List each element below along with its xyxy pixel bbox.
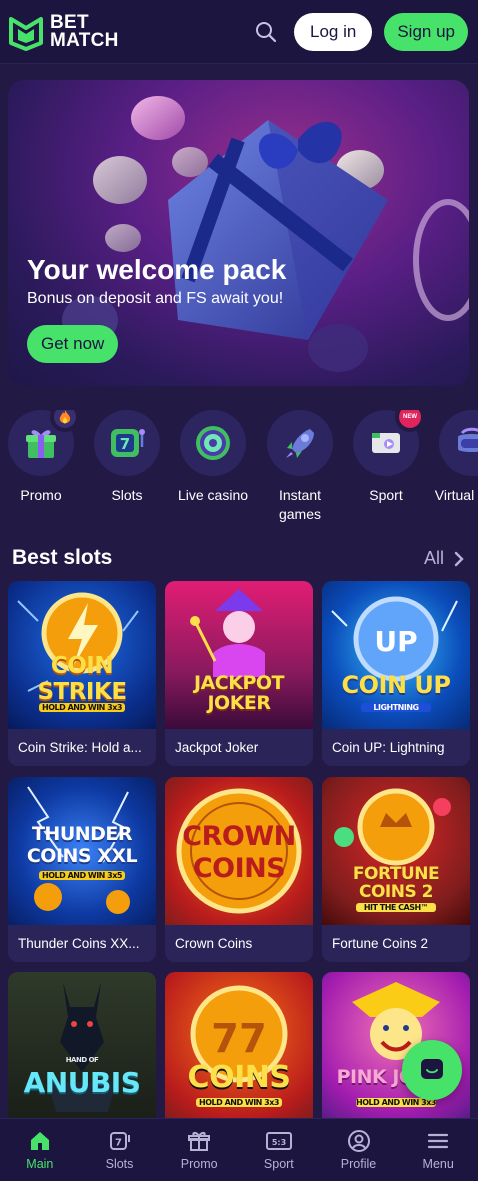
slot-name: Thunder Coins XX... (18, 936, 140, 951)
category-sport[interactable]: NEW Sport (343, 410, 429, 505)
login-button[interactable]: Log in (294, 12, 373, 51)
rocket-icon (286, 429, 314, 458)
svg-text:5:3: 5:3 (272, 1138, 286, 1147)
slot-thumbnail: THUNDER COINS XXL HOLD AND WIN 3x5 (8, 777, 156, 925)
category-label: Sport (369, 487, 403, 503)
category-virtual-sport[interactable]: Virtual sport (429, 410, 478, 505)
all-link-label: All (423, 548, 444, 568)
slot-card-crown-coins[interactable]: CROWN COINS Crown Coins (165, 777, 313, 962)
chat-bubble-icon (421, 1059, 443, 1079)
slot-name: Crown Coins (175, 936, 253, 951)
chevron-right-icon (454, 551, 464, 566)
category-label: Virtual sport (434, 487, 478, 503)
logo-mark-icon (9, 16, 43, 51)
nav-label: Main (26, 1157, 54, 1171)
banner-subtitle: Bonus on deposit and FS await you! (27, 290, 284, 307)
svg-text:7: 7 (115, 1138, 122, 1149)
slot-card-jackpot-joker[interactable]: JACKPOT JOKER Jackpot Joker (165, 581, 313, 766)
search-icon (256, 21, 277, 42)
signup-button[interactable]: Sign up (384, 12, 468, 51)
category-promo[interactable]: Promo (0, 410, 84, 505)
nav-label: Sport (263, 1157, 294, 1171)
nav-menu[interactable]: Menu (398, 1119, 478, 1181)
menu-icon (428, 1133, 449, 1149)
logo-text-line2: MATCH (50, 29, 119, 51)
nav-sport[interactable]: 5:3 Sport (239, 1119, 319, 1181)
logo-text-line1: BET (50, 11, 89, 33)
slot-card-coin-strike[interactable]: COIN STRIKE HOLD AND WIN 3x3 Coin Strike… (8, 581, 156, 766)
slot-card-coin-up[interactable]: UP COIN UP LIGHTNING Coin UP: Lightning (322, 581, 470, 766)
slot-thumbnail: COIN STRIKE HOLD AND WIN 3x3 (8, 581, 156, 729)
nav-label: Profile (340, 1157, 377, 1171)
nav-profile[interactable]: Profile (319, 1119, 399, 1181)
category-slots[interactable]: 7 Slots (84, 410, 170, 505)
bottom-navigation: Main 7 Slots Promo 5:3 Sport Profile Men… (0, 1118, 478, 1181)
category-instant-games[interactable]: Instant games (257, 410, 343, 524)
live-chat-button[interactable] (402, 1040, 462, 1100)
vr-headset-icon (458, 427, 478, 452)
category-strip: Promo 7 Slots Live casino Instant games … (0, 410, 478, 525)
slot-thumbnail: CROWN COINS (165, 777, 313, 925)
slot-thumbnail: JACKPOT JOKER (165, 581, 313, 729)
gift-icon (26, 430, 56, 458)
all-slots-link[interactable]: All (424, 548, 464, 569)
slot-thumbnail: 77 COINS HOLD AND WIN 3x3 (165, 972, 313, 1120)
slot-name: Jackpot Joker (175, 740, 259, 755)
category-label: Slots (111, 487, 143, 503)
slot-thumbnail: FORTUNE COINS 2 HIT THE CASH™ (322, 777, 470, 925)
slot-machine-icon: 7 (111, 429, 145, 457)
sport-tv-icon (372, 433, 400, 453)
profile-icon (347, 1130, 370, 1152)
svg-text:77: 77 (211, 1016, 267, 1062)
nav-main[interactable]: Main (0, 1119, 80, 1181)
slot-name: Fortune Coins 2 (332, 936, 429, 951)
category-label: Live casino (177, 487, 249, 503)
category-label: Instant games (278, 487, 322, 522)
nav-label: Menu (422, 1157, 454, 1171)
slot-name: Coin Strike: Hold a... (18, 740, 142, 755)
betmatch-logo[interactable]: BET MATCH (8, 13, 119, 51)
slot-thumbnail: HAND OF ANUBIS (8, 972, 156, 1120)
roulette-icon (196, 426, 230, 460)
fire-icon (59, 410, 71, 424)
category-live-casino[interactable]: Live casino (170, 410, 256, 505)
top-header: BET MATCH Log in Sign up (0, 0, 478, 64)
welcome-banner[interactable]: Your welcome pack Bonus on deposit and F… (8, 80, 469, 386)
home-icon (30, 1132, 49, 1150)
get-now-button[interactable]: Get now (27, 325, 119, 363)
nav-label: Slots (105, 1157, 134, 1171)
svg-text:7: 7 (120, 435, 130, 453)
slot-card-fortune-coins-2[interactable]: FORTUNE COINS 2 HIT THE CASH™ Fortune Co… (322, 777, 470, 962)
banner-title: Your welcome pack (27, 254, 287, 285)
nav-label: Promo (180, 1157, 218, 1171)
nav-promo[interactable]: Promo (159, 1119, 239, 1181)
category-label: Promo (20, 487, 62, 503)
gift-icon (188, 1131, 211, 1151)
svg-text:UP: UP (374, 625, 417, 658)
slot-card-thunder-coins[interactable]: THUNDER COINS XXL HOLD AND WIN 3x5 Thund… (8, 777, 156, 962)
slot-icon: 7 (109, 1132, 130, 1150)
search-button[interactable] (248, 14, 284, 50)
best-slots-title: Best slots (12, 546, 113, 569)
slot-thumbnail: UP COIN UP LIGHTNING (322, 581, 470, 729)
slot-name: Coin UP: Lightning (332, 740, 445, 755)
nav-slots[interactable]: 7 Slots (80, 1119, 160, 1181)
scoreboard-icon: 5:3 (265, 1132, 292, 1150)
